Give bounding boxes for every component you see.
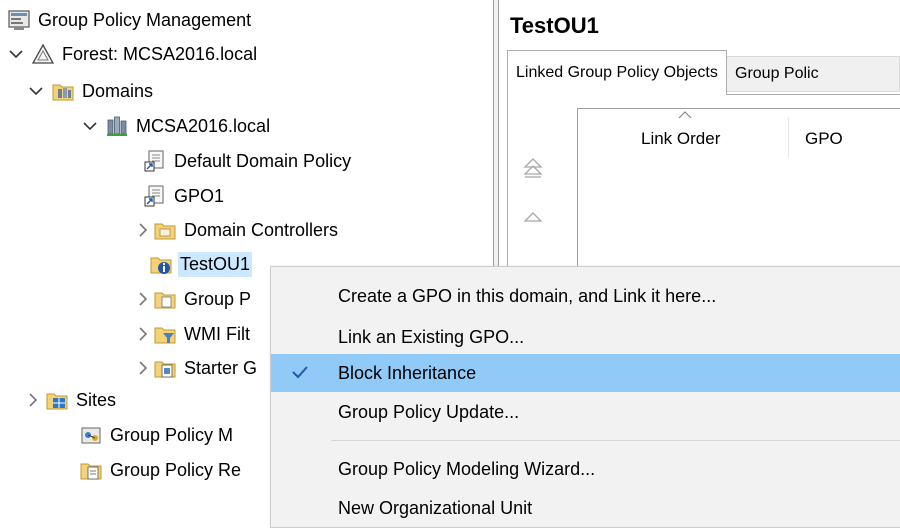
tree-label: Group Policy M (110, 424, 234, 445)
domain-icon (107, 116, 127, 136)
menu-item-label: Block Inheritance (338, 362, 477, 383)
chevron-right-icon[interactable] (136, 324, 150, 344)
gpo-link-scroll-icon (144, 185, 164, 207)
tree-label: MCSA2016.local (136, 115, 271, 136)
tree-node-group-policy-objects[interactable]: Group P (136, 283, 253, 315)
menu-item-label: Group Policy Modeling Wizard... (338, 458, 596, 479)
tree-node-domain[interactable]: MCSA2016.local (80, 110, 272, 142)
tree-node-sites[interactable]: Sites (26, 384, 118, 416)
tree-node-domain-controllers[interactable]: Domain Controllers (136, 214, 340, 246)
tab-label: Linked Group Policy Objects (516, 64, 718, 81)
column-header-link-order[interactable]: Link Order (641, 126, 720, 152)
gpo-folder-icon (154, 292, 176, 309)
domains-folder-icon (52, 84, 74, 101)
chevron-right-icon[interactable] (26, 390, 40, 410)
menu-item-block-inheritance[interactable]: Block Inheritance (271, 354, 900, 392)
menu-separator (331, 440, 900, 441)
gpo-link-scroll-icon (144, 150, 164, 172)
tree-label: Group P (184, 288, 252, 309)
menu-item-group-policy-update[interactable]: Group Policy Update... (271, 393, 900, 431)
context-menu: Create a GPO in this domain, and Link it… (270, 266, 900, 528)
page-title: TestOU1 (510, 13, 599, 38)
chevron-down-icon[interactable] (80, 116, 100, 136)
tree-label: WMI Filt (184, 323, 250, 344)
tree-node-starter-gpos[interactable]: Starter G (136, 352, 259, 384)
tree-node-forest[interactable]: Forest: MCSA2016.local (6, 38, 259, 70)
tree-label: Domain Controllers (184, 219, 339, 240)
tree-label: Default Domain Policy (174, 150, 352, 171)
tree-label: GPO1 (174, 185, 225, 206)
tab-label: Group Polic (735, 65, 819, 82)
chevron-down-icon[interactable] (6, 44, 26, 64)
column-header-gpo[interactable]: GPO (805, 126, 843, 152)
ou-folder-icon (154, 223, 176, 240)
menu-item-label: New Organizational Unit (338, 497, 533, 518)
menu-item-label: Group Policy Update... (338, 401, 520, 422)
checkmark-icon (292, 366, 308, 379)
tree-node-domains[interactable]: Domains (26, 75, 155, 107)
forest-triangle-icon (32, 43, 54, 64)
tree-node-testou1[interactable]: TestOU1 (150, 248, 253, 280)
menu-item-create-gpo-link[interactable]: Create a GPO in this domain, and Link it… (271, 277, 900, 315)
menu-item-link-existing-gpo[interactable]: Link an Existing GPO... (271, 318, 900, 356)
chevron-right-icon[interactable] (136, 358, 150, 378)
chevron-right-icon[interactable] (136, 289, 150, 309)
tree-node-gpo1[interactable]: GPO1 (144, 180, 226, 212)
tree-label: Sites (76, 389, 117, 410)
menu-item-label: Link an Existing GPO... (338, 326, 525, 347)
gpm-console-icon (8, 10, 30, 30)
tab-group-policy-inheritance[interactable]: Group Polic (726, 56, 900, 92)
tree-node-wmi-filters[interactable]: WMI Filt (136, 318, 252, 350)
sort-ascending-icon (678, 111, 692, 119)
wmi-filter-folder-icon (154, 327, 176, 344)
tree-node-gp-modeling[interactable]: Group Policy M (80, 419, 235, 451)
menu-item-label: Create a GPO in this domain, and Link it… (338, 285, 717, 306)
tree-node-gp-results[interactable]: Group Policy Re (80, 454, 243, 486)
sites-icon (46, 393, 68, 410)
tab-linked-gpos[interactable]: Linked Group Policy Objects (507, 50, 727, 95)
ou-blocked-inheritance-icon (150, 257, 172, 274)
menu-item-modeling-wizard[interactable]: Group Policy Modeling Wizard... (271, 450, 900, 488)
tree-label: Starter G (184, 357, 258, 378)
tree-node-default-domain-policy[interactable]: Default Domain Policy (144, 145, 353, 177)
tree-label: Group Policy Management (38, 9, 252, 30)
tab-strip: Linked Group Policy Objects Group Polic (507, 50, 900, 95)
tree-label: Domains (82, 80, 154, 101)
move-up-icon[interactable] (523, 208, 543, 230)
chevron-right-icon[interactable] (136, 220, 150, 240)
column-divider[interactable] (788, 118, 789, 158)
starter-gpo-folder-icon (154, 361, 176, 378)
menu-item-new-ou[interactable]: New Organizational Unit (271, 489, 900, 527)
move-to-top-icon[interactable] (523, 156, 543, 178)
results-icon (80, 463, 102, 480)
tree-label: Group Policy Re (110, 459, 242, 480)
modeling-icon (81, 427, 101, 444)
tree-node-root[interactable]: Group Policy Management (8, 4, 253, 36)
chevron-down-icon[interactable] (26, 81, 46, 101)
tree-label: Forest: MCSA2016.local (62, 43, 258, 64)
tree-label: TestOU1 (178, 251, 253, 277)
